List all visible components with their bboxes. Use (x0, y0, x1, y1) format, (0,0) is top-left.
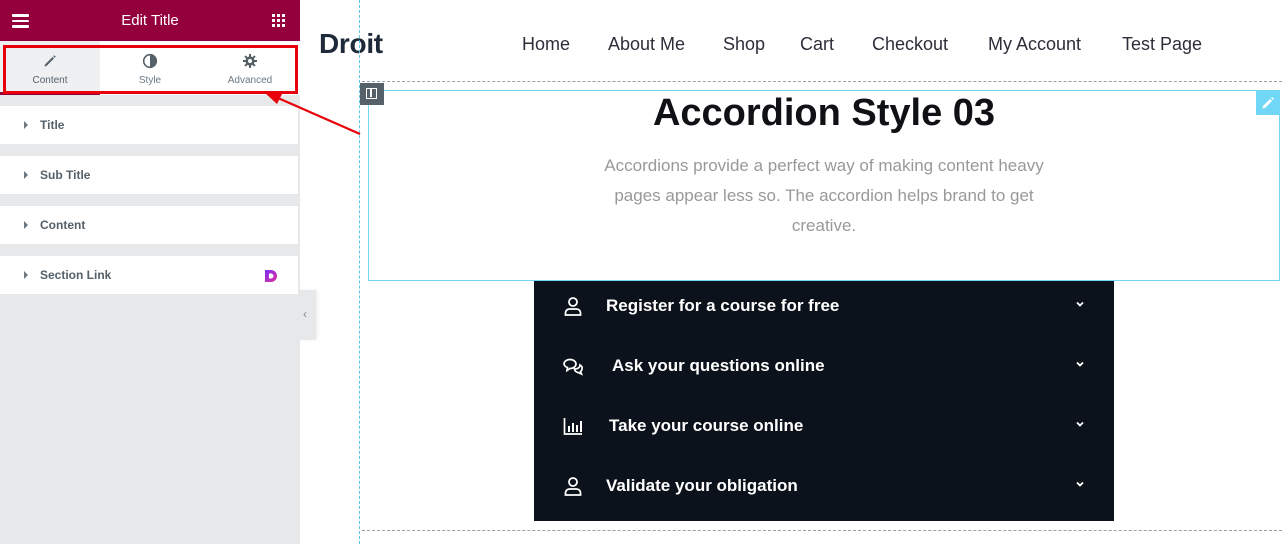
accordion-item[interactable]: Validate your obligation (534, 461, 1114, 521)
droit-logo-icon (265, 270, 277, 282)
collapse-panel-button[interactable]: ‹ (298, 290, 316, 340)
accordion: Register for a course for free Ask your … (534, 281, 1114, 521)
caret-right-icon (24, 171, 28, 179)
chevron-left-icon: ‹ (303, 307, 307, 321)
tab-advanced[interactable]: Advanced (200, 41, 300, 95)
column-guide (359, 0, 360, 544)
user-icon (564, 477, 582, 496)
accordion-label: Ask your questions online (612, 356, 825, 375)
section-title[interactable]: Title (0, 106, 298, 144)
nav-about-me[interactable]: About Me (608, 34, 685, 55)
tab-content[interactable]: Content (0, 41, 100, 95)
user-icon (564, 297, 582, 316)
section-content[interactable]: Content (0, 206, 298, 244)
page-subtitle: Accordions provide a perfect way of maki… (604, 156, 1044, 235)
chevron-down-icon (1076, 421, 1084, 427)
section-divider-top (362, 81, 1282, 82)
accordion-label: Validate your obligation (606, 476, 798, 495)
chevron-down-icon (1076, 361, 1084, 367)
section-label: Sub Title (40, 168, 91, 182)
pencil-icon (44, 55, 56, 67)
nav-shop[interactable]: Shop (723, 34, 765, 55)
bar-chart-icon (563, 418, 582, 435)
caret-right-icon (24, 221, 28, 229)
chat-icon (563, 358, 584, 376)
panel-title: Edit Title (121, 12, 179, 29)
section-divider-bottom (362, 530, 1282, 531)
editor-panel: Edit Title Content Style Advanced Title … (0, 0, 300, 544)
site-logo[interactable]: Droit (319, 28, 383, 60)
tab-label: Style (138, 75, 162, 86)
nav-checkout[interactable]: Checkout (872, 34, 948, 55)
section-label: Section Link (40, 268, 112, 282)
gear-icon (243, 54, 257, 68)
tab-style[interactable]: Style (100, 41, 200, 95)
section-section-link[interactable]: Section Link (0, 256, 298, 294)
accordion-item[interactable]: Ask your questions online (534, 341, 1114, 401)
section-sub-title[interactable]: Sub Title (0, 156, 298, 194)
accordion-label: Take your course online (609, 416, 804, 435)
nav-my-account[interactable]: My Account (988, 34, 1081, 55)
caret-right-icon (24, 121, 28, 129)
section-label: Title (40, 118, 65, 132)
chevron-down-icon (1076, 481, 1084, 487)
accordion-item[interactable]: Register for a course for free (534, 281, 1114, 341)
section-label: Content (40, 218, 86, 232)
tab-label: Advanced (227, 75, 273, 86)
caret-right-icon (24, 271, 28, 279)
nav-home[interactable]: Home (522, 34, 570, 55)
half-circle-icon (142, 53, 158, 69)
page-heading: Accordion Style 03 (652, 92, 996, 134)
nav-cart[interactable]: Cart (800, 34, 834, 55)
accordion-item[interactable]: Take your course online (534, 401, 1114, 461)
chevron-down-icon (1076, 301, 1084, 307)
active-tab-indicator (0, 92, 100, 95)
accordion-label: Register for a course for free (606, 296, 840, 315)
panel-header: Edit Title (0, 0, 300, 41)
widgets-grid-icon[interactable] (272, 14, 285, 27)
nav-test-page[interactable]: Test Page (1122, 34, 1202, 55)
panel-tabs: Content Style Advanced (0, 41, 300, 95)
tab-label: Content (32, 75, 68, 86)
